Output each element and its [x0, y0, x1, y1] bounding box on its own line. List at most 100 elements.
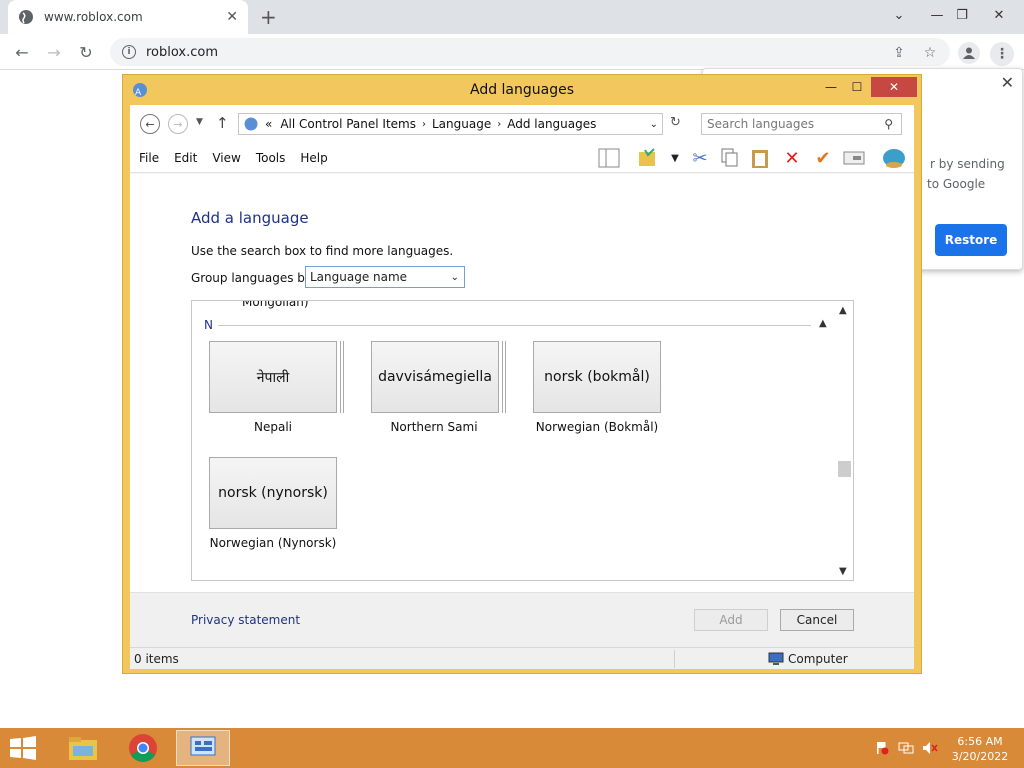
- chevron-right-icon[interactable]: ›: [422, 119, 426, 130]
- breadcrumb-overflow[interactable]: «: [265, 117, 272, 131]
- menu-file[interactable]: File: [139, 151, 159, 165]
- restore-button[interactable]: Restore: [935, 224, 1007, 256]
- back-arrow-icon[interactable]: ←: [140, 114, 160, 134]
- profile-avatar[interactable]: [958, 42, 980, 64]
- forward-arrow-icon[interactable]: →: [168, 114, 188, 134]
- forward-button[interactable]: →: [42, 41, 66, 63]
- clock-time: 6:56 AM: [957, 735, 1003, 748]
- status-location: Computer: [768, 652, 848, 666]
- language-caption: Nepali: [254, 420, 292, 434]
- taskbar: 6:56 AM 3/20/2022: [0, 728, 1024, 768]
- window-close-button[interactable]: ✕: [871, 77, 917, 97]
- language-caption: Norwegian (Bokmål): [535, 420, 659, 434]
- layout-pane-icon[interactable]: [597, 146, 621, 170]
- popup-close-icon[interactable]: ✕: [1001, 73, 1014, 92]
- system-clock[interactable]: 6:56 AM 3/20/2022: [944, 734, 1016, 764]
- menu-edit[interactable]: Edit: [174, 151, 197, 165]
- window-minimize-button[interactable]: —: [819, 77, 843, 97]
- tab-search-icon[interactable]: ⌄: [882, 0, 916, 30]
- windows-start-icon[interactable]: [8, 736, 38, 760]
- chevron-down-icon: ⌄: [450, 271, 459, 283]
- recent-locations-icon[interactable]: ▼: [196, 117, 203, 127]
- footer-bar: Privacy statement Add Cancel: [130, 592, 914, 647]
- scroll-up-icon[interactable]: ▲: [839, 305, 847, 316]
- menu-view[interactable]: View: [212, 151, 240, 165]
- popup-text-line1: r by sending: [930, 157, 1005, 171]
- breadcrumb-item-control-panel[interactable]: All Control Panel Items: [280, 117, 416, 131]
- breadcrumb-item-add-languages[interactable]: Add languages: [507, 117, 596, 131]
- refresh-icon[interactable]: ↻: [670, 115, 681, 130]
- language-caption: Norwegian (Nynorsk): [209, 536, 337, 550]
- copy-icon[interactable]: [718, 146, 742, 170]
- search-icon[interactable]: ⚲: [884, 117, 893, 131]
- language-tile-northern-sami[interactable]: davvisámegiella: [371, 341, 499, 413]
- network-icon[interactable]: [898, 740, 914, 756]
- menu-kebab-icon[interactable]: ⋮: [990, 42, 1014, 66]
- reload-button[interactable]: ↻: [74, 41, 98, 63]
- search-input[interactable]: Search languages ⚲: [701, 113, 902, 135]
- window-title: Add languages: [469, 82, 575, 98]
- close-window-button[interactable]: ✕: [982, 0, 1016, 30]
- scroll-thumb[interactable]: [838, 461, 851, 477]
- back-button[interactable]: ←: [10, 41, 34, 63]
- breadcrumb[interactable]: « All Control Panel Items › Language › A…: [238, 113, 663, 135]
- taskbar-chrome[interactable]: [116, 730, 170, 766]
- properties-icon[interactable]: [842, 146, 866, 170]
- group-by-select[interactable]: Language name ⌄: [305, 266, 465, 288]
- flag-alert-icon[interactable]: [874, 740, 890, 756]
- chevron-right-icon[interactable]: ›: [497, 119, 501, 130]
- folder-properties-icon[interactable]: [635, 146, 659, 170]
- tab-title: www.roblox.com: [44, 10, 143, 24]
- collapse-section-icon[interactable]: ▲: [819, 318, 827, 329]
- chevron-down-icon[interactable]: ⌄: [650, 119, 658, 130]
- browser-toolbar: ← → ↻ i roblox.com ⇪ ☆ ⋮: [0, 34, 1024, 70]
- language-list[interactable]: Mongolian) N ▲ नेपाली Nepali davvisámegi…: [191, 300, 854, 581]
- window-maximize-button[interactable]: ☐: [845, 77, 869, 97]
- up-arrow-icon[interactable]: ↑: [216, 114, 229, 132]
- restore-window-button[interactable]: ❐: [945, 0, 979, 30]
- language-tile-nepali[interactable]: नेपाली: [209, 341, 337, 413]
- cancel-button[interactable]: Cancel: [780, 609, 854, 631]
- folder-icon: [69, 737, 97, 760]
- scroll-down-icon[interactable]: ▼: [839, 566, 847, 577]
- site-info-icon[interactable]: i: [122, 45, 136, 59]
- search-hint: Use the search box to find more language…: [191, 244, 454, 258]
- add-languages-window: A Add languages — ☐ ✕ ← → ▼ ↑ « All Cont…: [122, 74, 922, 674]
- add-button[interactable]: Add: [694, 609, 768, 631]
- previous-group-tail: Mongolian): [242, 300, 309, 309]
- group-by-value: Language name: [310, 270, 408, 284]
- status-divider: [674, 650, 675, 668]
- address-bar[interactable]: i roblox.com: [110, 38, 950, 66]
- vertical-scrollbar[interactable]: ▲ ▼: [836, 301, 853, 580]
- status-bar: 0 items Computer: [130, 647, 914, 669]
- language-caption: Northern Sami: [390, 420, 478, 434]
- window-client: ← → ▼ ↑ « All Control Panel Items › Lang…: [130, 105, 914, 669]
- cut-icon[interactable]: ✂: [688, 146, 712, 170]
- delete-icon[interactable]: ✕: [780, 146, 804, 170]
- share-icon[interactable]: ⇪: [888, 42, 910, 64]
- clock-date: 3/20/2022: [951, 750, 1009, 763]
- computer-icon: [768, 652, 784, 665]
- checkmark-icon[interactable]: ✔: [811, 146, 835, 170]
- new-tab-button[interactable]: +: [260, 5, 277, 29]
- breadcrumb-item-language[interactable]: Language: [432, 117, 491, 131]
- chrome-icon: [129, 734, 157, 762]
- address-row: ← → ▼ ↑ « All Control Panel Items › Lang…: [130, 105, 914, 143]
- language-tile-norwegian-nynorsk[interactable]: norsk (nynorsk): [209, 457, 337, 529]
- privacy-statement-link[interactable]: Privacy statement: [191, 613, 300, 627]
- paste-icon[interactable]: [748, 146, 772, 170]
- volume-muted-icon[interactable]: [922, 740, 938, 756]
- tab-close-icon[interactable]: ✕: [226, 9, 238, 25]
- globe-shell-icon[interactable]: [882, 146, 906, 170]
- chrome-tab-strip: www.roblox.com ✕ + ⌄ — ❐ ✕: [0, 0, 1024, 34]
- taskbar-file-explorer[interactable]: [56, 730, 110, 766]
- dropdown-arrow-icon[interactable]: ▼: [663, 146, 687, 170]
- browser-tab[interactable]: www.roblox.com ✕: [8, 0, 248, 34]
- menu-tools[interactable]: Tools: [256, 151, 286, 165]
- bookmark-star-icon[interactable]: ☆: [919, 42, 941, 64]
- menu-help[interactable]: Help: [300, 151, 327, 165]
- language-tile-norwegian-bokmal[interactable]: norsk (bokmål): [533, 341, 661, 413]
- status-item-count: 0 items: [134, 652, 179, 666]
- control-panel-icon: [190, 736, 216, 756]
- taskbar-control-panel[interactable]: [176, 730, 230, 766]
